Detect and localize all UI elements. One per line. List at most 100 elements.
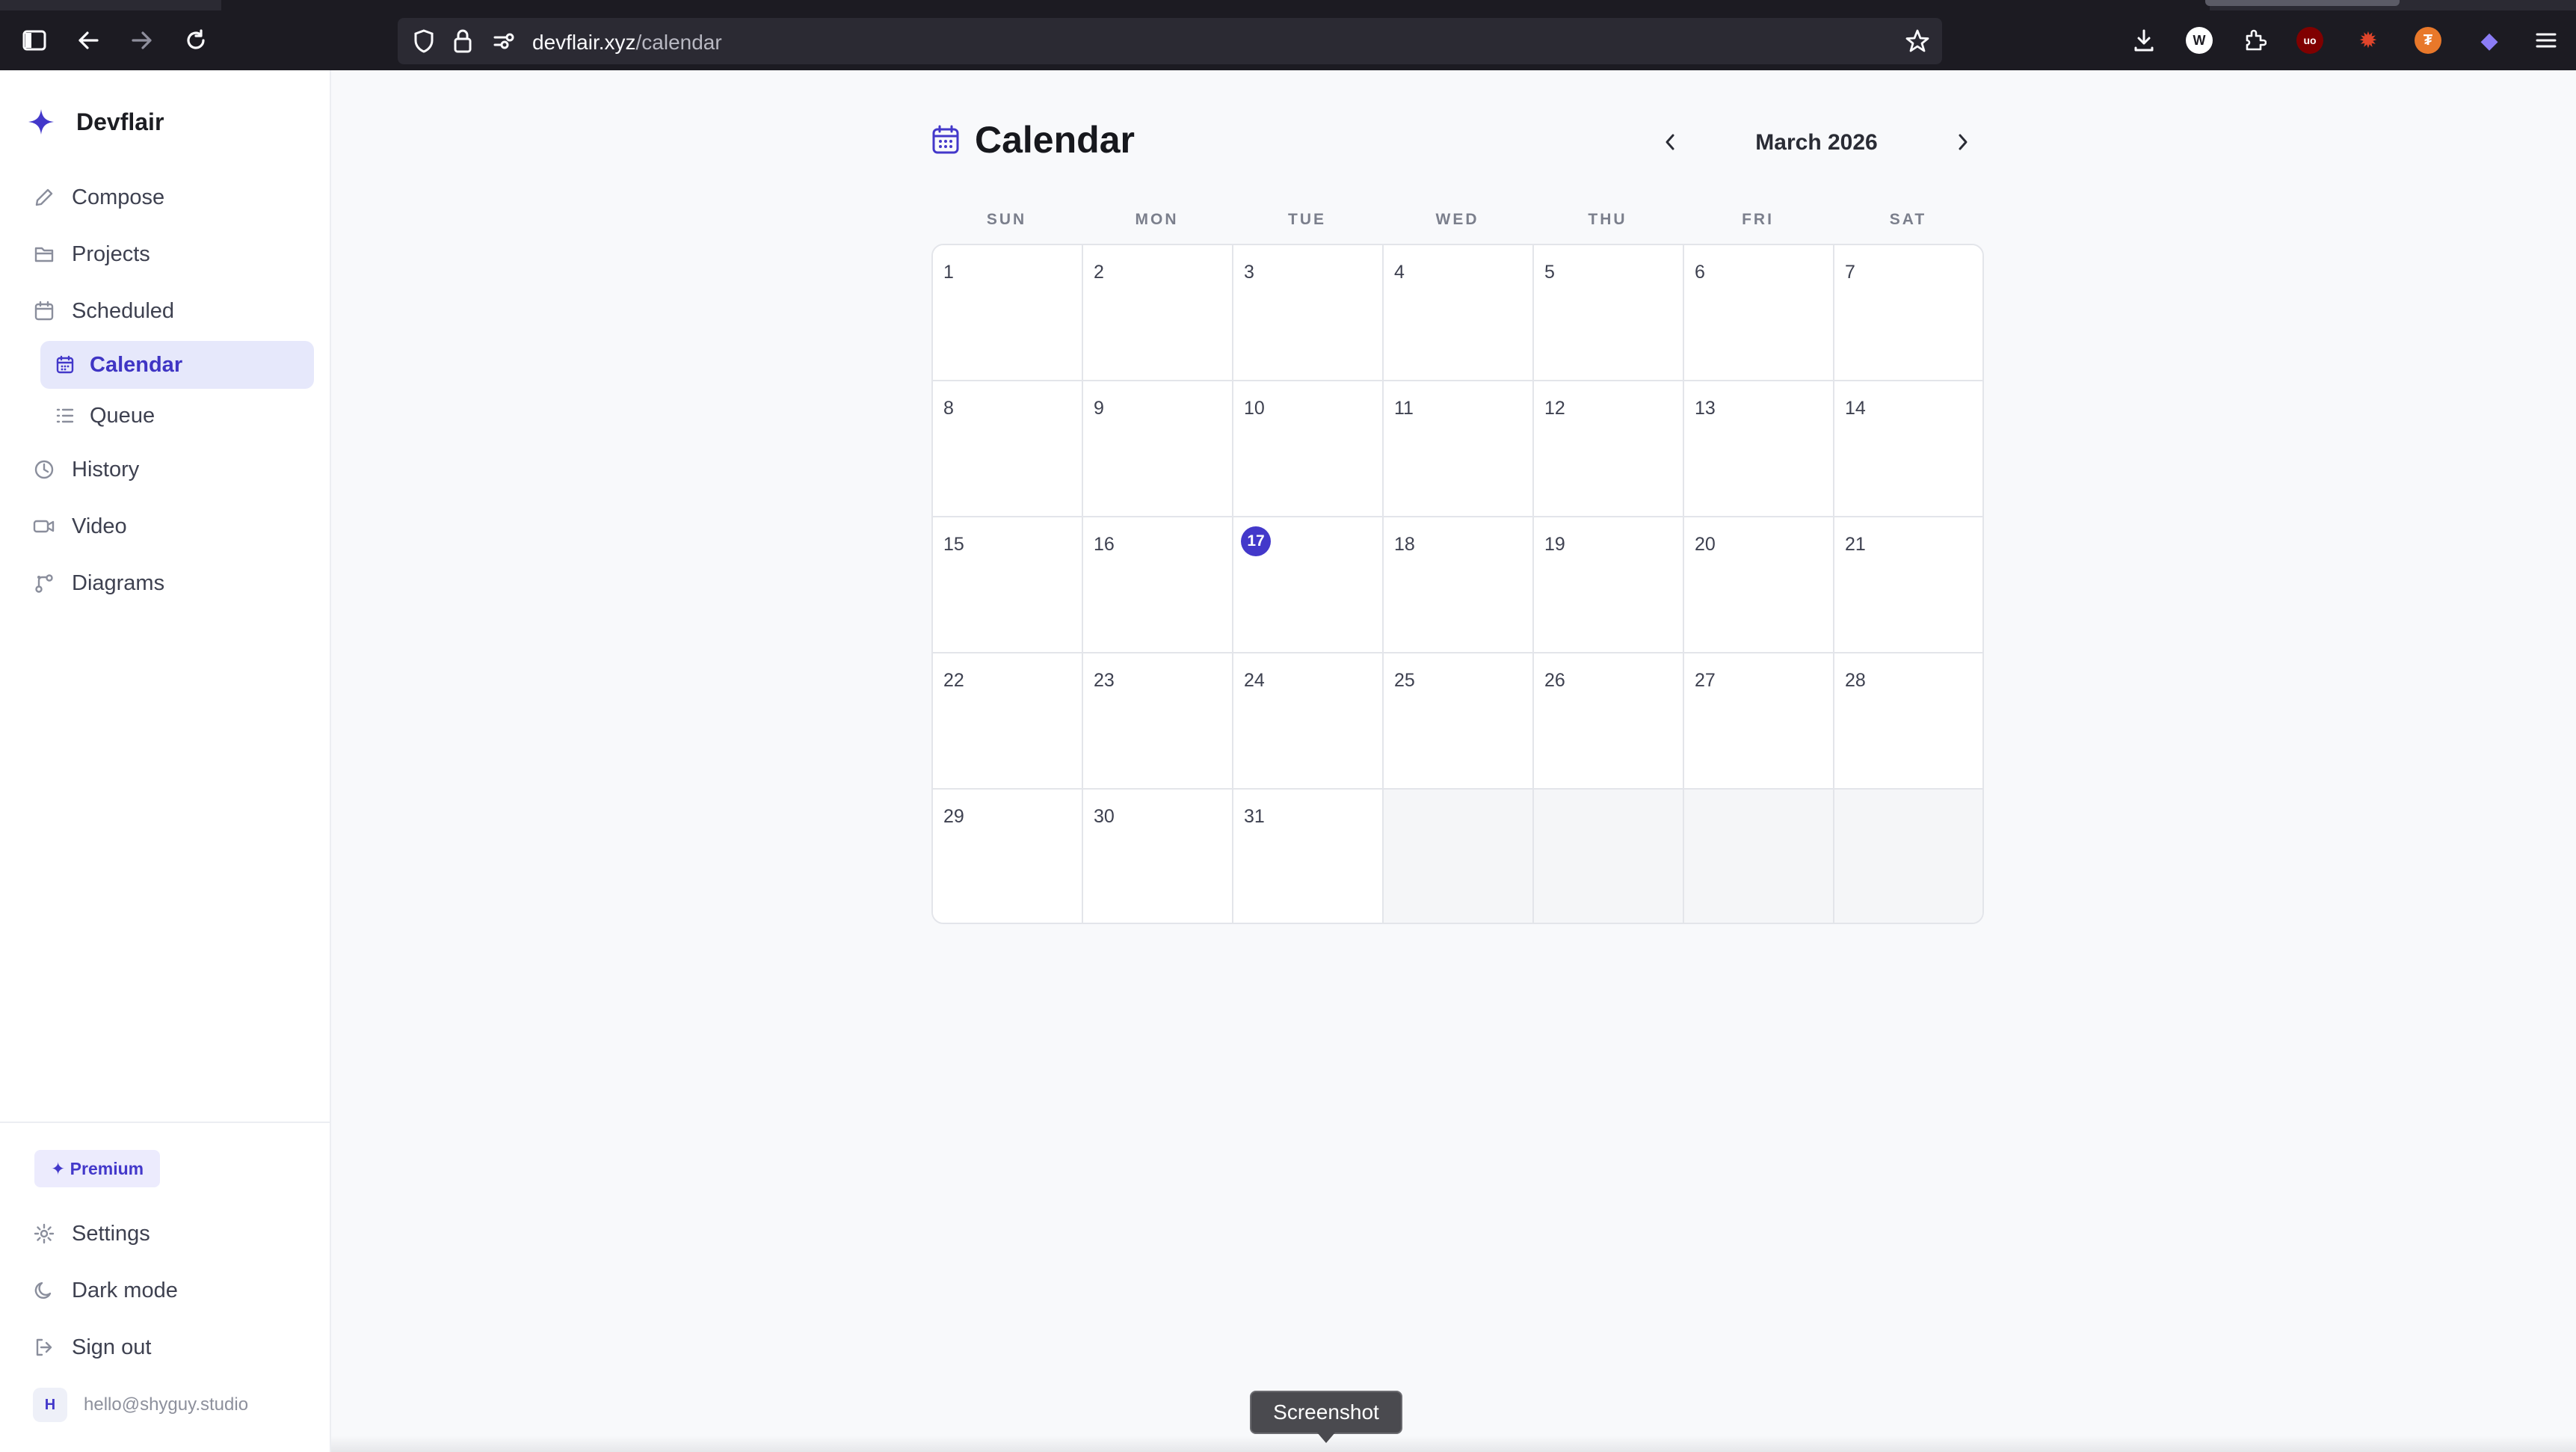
day-number: 6 [1695, 262, 1705, 283]
nav-video[interactable]: Video [33, 504, 127, 549]
day-cell[interactable]: 18 [1384, 517, 1534, 653]
menu-icon[interactable] [2528, 22, 2564, 58]
day-cell[interactable]: 7 [1834, 245, 1982, 381]
day-number: 18 [1394, 534, 1415, 555]
day-number: 14 [1845, 398, 1866, 419]
nav-calendar[interactable]: Calendar [40, 341, 314, 389]
day-cell[interactable]: 15 [933, 517, 1083, 653]
video-icon [33, 515, 55, 538]
site-permissions-icon[interactable] [492, 30, 516, 56]
nav-video-label: Video [72, 514, 127, 538]
lock-icon[interactable] [453, 28, 472, 58]
empty-day-cell [1534, 790, 1684, 923]
day-number: 16 [1094, 534, 1115, 555]
weekday-tue: TUE [1288, 211, 1326, 228]
day-cell[interactable]: 29 [933, 790, 1083, 923]
day-number: 30 [1094, 806, 1115, 827]
nav-compose-label: Compose [72, 185, 165, 209]
today-day-number: 17 [1241, 526, 1271, 556]
nav-sign-out[interactable]: Sign out [33, 1325, 151, 1370]
nav-scheduled[interactable]: Scheduled [33, 289, 174, 333]
day-number: 19 [1544, 534, 1565, 555]
day-cell[interactable]: 10 [1233, 381, 1384, 517]
nav-dark-mode[interactable]: Dark mode [33, 1268, 178, 1313]
day-cell[interactable]: 1 [933, 245, 1083, 381]
day-cell[interactable]: 26 [1534, 653, 1684, 790]
day-cell[interactable]: 19 [1534, 517, 1684, 653]
purple-extension-icon[interactable]: ◆ [2476, 27, 2503, 54]
day-number: 4 [1394, 262, 1405, 283]
nav-queue[interactable]: Queue [40, 392, 314, 440]
day-cell[interactable]: 21 [1834, 517, 1982, 653]
nav-diagrams[interactable]: Diagrams [33, 561, 164, 606]
day-cell[interactable]: 9 [1083, 381, 1233, 517]
back-icon[interactable] [70, 22, 106, 58]
day-number: 23 [1094, 670, 1115, 691]
tracking-shield-icon[interactable] [413, 28, 435, 58]
forward-icon[interactable] [124, 22, 160, 58]
download-icon[interactable] [2126, 22, 2162, 58]
reload-icon[interactable] [178, 22, 214, 58]
nav-compose[interactable]: Compose [33, 175, 164, 220]
day-cell[interactable]: 23 [1083, 653, 1233, 790]
day-cell[interactable]: 8 [933, 381, 1083, 517]
user-row[interactable]: H hello@shyguy.studio [33, 1388, 248, 1422]
weekday-sun: SUN [986, 211, 1027, 228]
moon-icon [33, 1279, 55, 1302]
active-tab[interactable] [221, 0, 2210, 10]
brand[interactable]: Devflair [27, 108, 164, 136]
extensions-icon[interactable] [2237, 22, 2273, 58]
chevron-right-icon [1959, 134, 1968, 150]
day-number: 29 [943, 806, 964, 827]
day-cell[interactable]: 16 [1083, 517, 1233, 653]
day-cell[interactable]: 25 [1384, 653, 1534, 790]
premium-badge[interactable]: ✦ Premium [34, 1150, 161, 1187]
day-cell[interactable]: 6 [1684, 245, 1834, 381]
day-cell[interactable]: 11 [1384, 381, 1534, 517]
day-cell[interactable]: 12 [1534, 381, 1684, 517]
ublock-icon[interactable]: uo [2296, 27, 2323, 54]
w-extension-icon[interactable]: W [2186, 27, 2213, 54]
nav-settings[interactable]: Settings [33, 1211, 150, 1256]
day-cell[interactable]: 14 [1834, 381, 1982, 517]
orange-extension-icon[interactable]: ₮ [2415, 27, 2441, 54]
sidebar-toggle-icon[interactable] [16, 22, 52, 58]
address-bar[interactable]: devflair.xyz/calendar [398, 18, 1942, 64]
chevron-left-icon [1666, 134, 1674, 150]
folder-icon [33, 243, 55, 265]
day-cell[interactable]: 27 [1684, 653, 1834, 790]
tab-pill[interactable] [2205, 0, 2400, 6]
day-number: 1 [943, 262, 954, 283]
day-number: 10 [1244, 398, 1265, 419]
next-month-button[interactable] [1948, 127, 1978, 157]
weekday-fri: FRI [1742, 211, 1774, 228]
day-number: 8 [943, 398, 954, 419]
bookmark-star-icon[interactable] [1905, 28, 1930, 58]
day-number: 11 [1394, 398, 1414, 419]
day-cell[interactable]: 2 [1083, 245, 1233, 381]
day-number: 3 [1244, 262, 1254, 283]
day-cell[interactable]: 4 [1384, 245, 1534, 381]
day-cell[interactable]: 22 [933, 653, 1083, 790]
day-cell[interactable]: 3 [1233, 245, 1384, 381]
day-cell[interactable]: 13 [1684, 381, 1834, 517]
day-cell[interactable]: 30 [1083, 790, 1233, 923]
nav-history[interactable]: History [33, 447, 139, 492]
prev-month-button[interactable] [1655, 127, 1685, 157]
weekday-wed: WED [1435, 211, 1479, 228]
day-cell[interactable]: 17 [1233, 517, 1384, 653]
day-cell[interactable]: 28 [1834, 653, 1982, 790]
day-cell[interactable]: 31 [1233, 790, 1384, 923]
day-cell[interactable]: 24 [1233, 653, 1384, 790]
bug-extension-icon[interactable]: ✹ [2355, 27, 2382, 54]
nav-scheduled-label: Scheduled [72, 298, 175, 323]
calendar-icon [932, 125, 959, 154]
url-text[interactable]: devflair.xyz/calendar [532, 31, 722, 55]
nav-projects[interactable]: Projects [33, 232, 150, 277]
nav-calendar-label: Calendar [90, 352, 183, 377]
day-cell[interactable]: 20 [1684, 517, 1834, 653]
day-cell[interactable]: 5 [1534, 245, 1684, 381]
nav-projects-label: Projects [72, 242, 150, 266]
empty-day-cell [1684, 790, 1834, 923]
day-number: 5 [1544, 262, 1555, 283]
